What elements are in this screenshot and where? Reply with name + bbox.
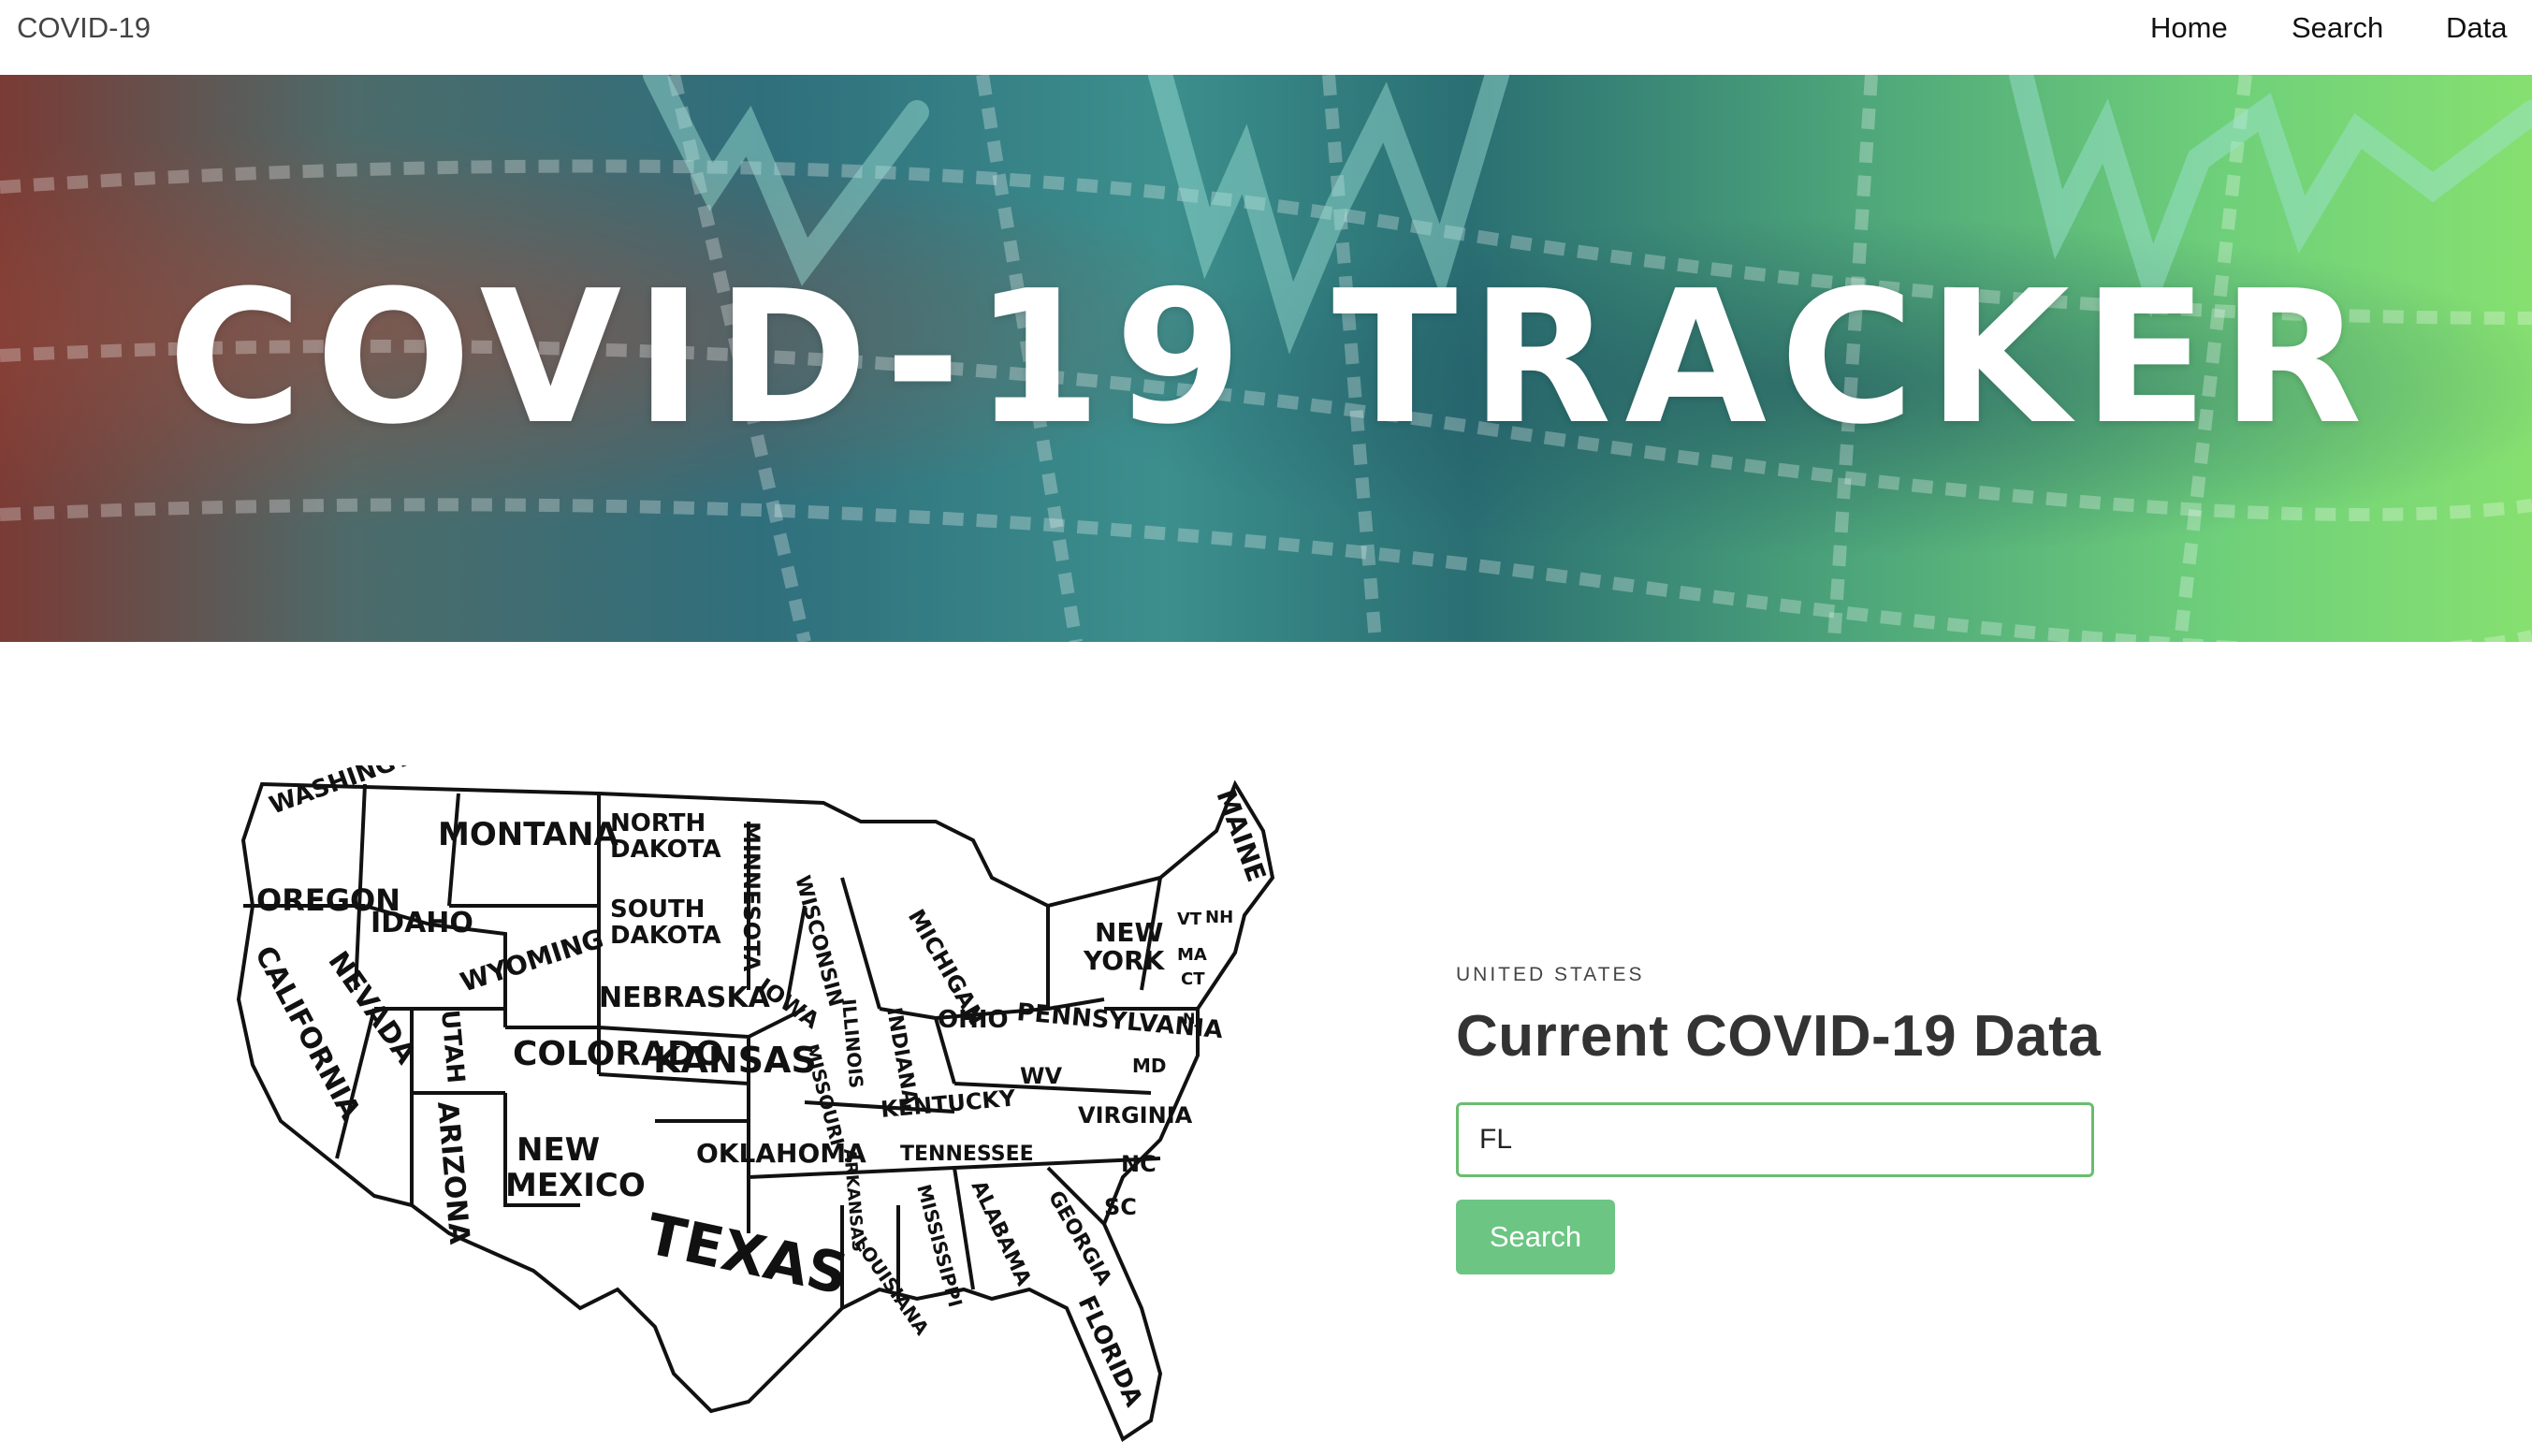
map-label: YORK: [1083, 945, 1166, 976]
us-map-illustration: WASHINGTON MONTANA NORTH DAKOTA MINNESOT…: [225, 765, 1282, 1456]
map-label: VIRGINIA: [1078, 1102, 1193, 1128]
map-label: WASHINGTON: [266, 765, 453, 821]
map-label: NC: [1121, 1151, 1157, 1177]
map-label: TENNESSEE: [900, 1143, 1034, 1166]
map-label: DAKOTA: [610, 836, 721, 864]
map-label: MEXICO: [505, 1167, 646, 1204]
hero-banner: COVID-19 TRACKER: [0, 75, 2532, 642]
map-label: NJ: [1183, 1010, 1201, 1027]
map-label: MA: [1177, 945, 1207, 965]
map-label: SOUTH: [610, 895, 705, 924]
map-label: DAKOTA: [610, 922, 721, 950]
map-label: MINNESOTA: [738, 822, 764, 972]
map-label: SC: [1104, 1194, 1137, 1220]
map-label: UTAH: [435, 1009, 470, 1085]
map-label: CT: [1181, 969, 1205, 989]
map-label: MD: [1132, 1055, 1167, 1077]
nav-link-home[interactable]: Home: [2150, 9, 2228, 47]
brand-link[interactable]: COVID-19: [17, 9, 151, 47]
search-button[interactable]: Search: [1456, 1200, 1615, 1274]
section-heading: Current COVID-19 Data: [1456, 1004, 2102, 1069]
state-search-form: UNITED STATES Current COVID-19 Data Sear…: [1456, 958, 2102, 1274]
map-label: NH: [1205, 908, 1233, 927]
nav-link-search[interactable]: Search: [2292, 9, 2383, 47]
map-label: NEBRASKA: [599, 982, 771, 1014]
navbar: COVID-19 Home Search Data: [0, 0, 2532, 75]
map-label: NEW: [1095, 917, 1164, 948]
map-label: OHIO: [938, 1006, 1009, 1034]
map-label: ILLINOIS: [837, 997, 867, 1089]
map-label: KANSAS: [653, 1040, 817, 1081]
us-map-graphic: WASHINGTON MONTANA NORTH DAKOTA MINNESOT…: [236, 765, 1275, 1442]
map-label: ALABAMA: [967, 1177, 1036, 1289]
hero-title: COVID-19 TRACKER: [167, 252, 2376, 465]
map-label: WYOMING: [457, 923, 607, 997]
map-label: NEW: [517, 1131, 600, 1169]
map-label: MONTANA: [438, 816, 619, 853]
map-label: NORTH: [610, 809, 706, 837]
nav-link-data[interactable]: Data: [2446, 9, 2507, 47]
map-label: VT: [1177, 910, 1202, 929]
map-label: IDAHO: [371, 907, 473, 939]
map-label: LOUISIANA: [850, 1232, 934, 1339]
map-label: INDIANA: [881, 1006, 922, 1107]
map-label: WV: [1020, 1063, 1062, 1089]
map-label: MISSOURI: [800, 1041, 849, 1148]
state-search-input[interactable]: [1456, 1102, 2094, 1177]
section-eyebrow: UNITED STATES: [1456, 964, 1645, 985]
